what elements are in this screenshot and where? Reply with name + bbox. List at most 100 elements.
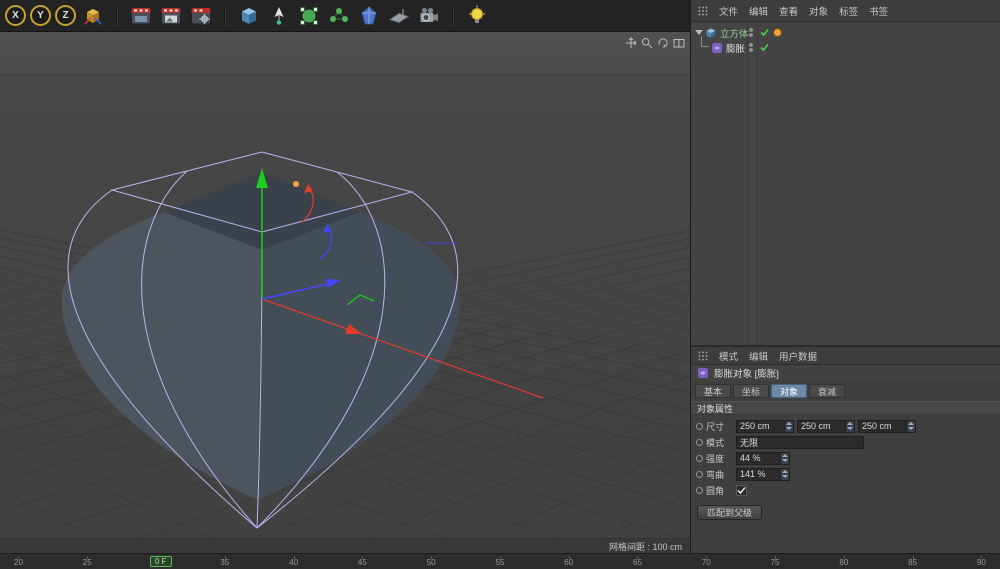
timeline-tick: 60 [564,556,573,569]
attribute-title: 膨胀对象 [膨胀] [691,365,1000,381]
tab-coordinates[interactable]: 坐标 [733,384,769,398]
strength-field[interactable]: 44 % [736,452,790,465]
x-axis-lock-button[interactable]: X [5,5,26,26]
timeline-tick: 45 [358,556,367,569]
bulge-deformer-icon [697,367,709,379]
render-to-picture-viewer-icon[interactable] [158,3,184,29]
strength-label: 强度 [706,452,733,465]
main-toolbar: X Y Z [0,0,690,32]
fillet-label: 圆角 [706,484,733,497]
timeline-tick: 85 [908,556,917,569]
am-menu-userdata[interactable]: 用户数据 [779,349,817,363]
timeline-tick: 25 [83,556,92,569]
object-label[interactable]: 膨胀 [726,41,745,55]
visibility-toggles[interactable] [749,28,753,37]
om-menu-edit[interactable]: 编辑 [749,4,768,18]
orbit-view-icon[interactable] [657,37,669,49]
pan-view-icon[interactable] [625,37,637,49]
om-menu-view[interactable]: 查看 [779,4,798,18]
keyframe-circle-icon[interactable] [696,487,703,494]
expander-icon[interactable] [695,30,703,35]
timeline-tick: 40 [289,556,298,569]
keyframe-circle-icon[interactable] [696,471,703,478]
timeline-tick: 90 [977,556,986,569]
spinner[interactable] [906,421,915,432]
tab-object[interactable]: 对象 [771,384,807,398]
tab-basic[interactable]: 基本 [695,384,731,398]
size-z-field[interactable]: 250 cm [858,420,916,433]
spline-pen-icon[interactable] [266,3,292,29]
fillet-row: 圆角 [691,482,1000,498]
spinner[interactable] [784,421,793,432]
keyframe-circle-icon[interactable] [696,439,703,446]
timeline-tick: 50 [427,556,436,569]
keyframe-circle-icon[interactable] [696,455,703,462]
z-axis-lock-button[interactable]: Z [55,5,76,26]
enable-check-icon[interactable] [760,28,769,37]
om-menu-file[interactable]: 文件 [719,4,738,18]
spinner[interactable] [780,469,789,480]
camera-icon[interactable] [416,3,442,29]
size-label: 尺寸 [706,420,733,433]
am-menu-edit[interactable]: 编辑 [749,349,768,363]
timeline-tick: 35 [220,556,229,569]
panel-grid-icon[interactable] [698,6,708,16]
toolbar-separator [224,5,226,27]
viewport-scene [0,32,690,553]
current-frame-indicator[interactable]: 0 F [150,556,172,567]
cinema4d-window: X Y Z [0,0,1000,569]
fillet-checkbox[interactable] [736,485,747,496]
object-tree[interactable]: 立方体 膨胀 [691,22,1000,345]
attribute-title-text: 膨胀对象 [膨胀] [714,366,779,380]
bulge-strength-handle[interactable] [293,181,299,187]
stage-icon[interactable] [386,3,412,29]
object-row-cube[interactable]: 立方体 [691,25,1000,40]
om-menu-object[interactable]: 对象 [809,4,828,18]
bulge-deformer-icon [711,42,723,54]
spinner[interactable] [780,453,789,464]
om-menu-tags[interactable]: 标签 [839,4,858,18]
object-row-bulge[interactable]: 膨胀 [691,40,1000,55]
bend-row: 弯曲 141 % [691,466,1000,482]
fit-to-parent-button[interactable]: 匹配到父级 [697,505,762,520]
timeline-tick: 65 [633,556,642,569]
toolbar-separator [116,5,118,27]
keyframe-circle-icon[interactable] [696,423,703,430]
toggle-view-icon[interactable] [673,37,685,49]
phong-tag-icon[interactable] [773,28,782,37]
bend-field[interactable]: 141 % [736,468,790,481]
viewport-status-bar: 网格间距 : 100 cm [0,538,690,553]
cube-primitive-icon[interactable] [236,3,262,29]
strength-row: 强度 44 % [691,450,1000,466]
array-generator-icon[interactable] [326,3,352,29]
y-axis-lock-button[interactable]: Y [30,5,51,26]
tree-branch-line [701,36,709,47]
spinner[interactable] [845,421,854,432]
om-menu-bookmarks[interactable]: 书签 [869,4,888,18]
toolbar-separator [452,5,454,27]
tree-column-divider [757,22,758,345]
tab-falloff[interactable]: 衰减 [809,384,845,398]
timeline-tick: 80 [839,556,848,569]
timeline-tick: 70 [702,556,711,569]
volume-icon[interactable] [356,3,382,29]
attribute-manager: 模式 编辑 用户数据 膨胀对象 [膨胀] 基本 坐标 对象 衰减 对象属性 尺寸… [691,345,1000,553]
edit-render-settings-icon[interactable] [188,3,214,29]
visibility-toggles[interactable] [749,43,753,52]
z-axis-label: Z [62,10,68,21]
viewport-3d[interactable]: 网格间距 : 100 cm [0,32,690,553]
size-x-field[interactable]: 250 cm [736,420,794,433]
size-y-field[interactable]: 250 cm [797,420,855,433]
light-icon[interactable] [464,3,490,29]
coordinate-system-icon[interactable] [80,3,106,29]
timeline-ruler[interactable]: 20 25 30 35 40 45 50 55 60 65 70 75 80 8… [0,553,1000,569]
mode-dropdown[interactable]: 无限 [736,436,864,449]
render-view-icon[interactable] [128,3,154,29]
am-menu-mode[interactable]: 模式 [719,349,738,363]
object-label[interactable]: 立方体 [720,26,749,40]
panel-grid-icon[interactable] [698,351,708,361]
enable-check-icon[interactable] [760,43,769,52]
viewport-nav-icons [625,37,685,49]
generator-icon[interactable] [296,3,322,29]
zoom-view-icon[interactable] [641,37,653,49]
